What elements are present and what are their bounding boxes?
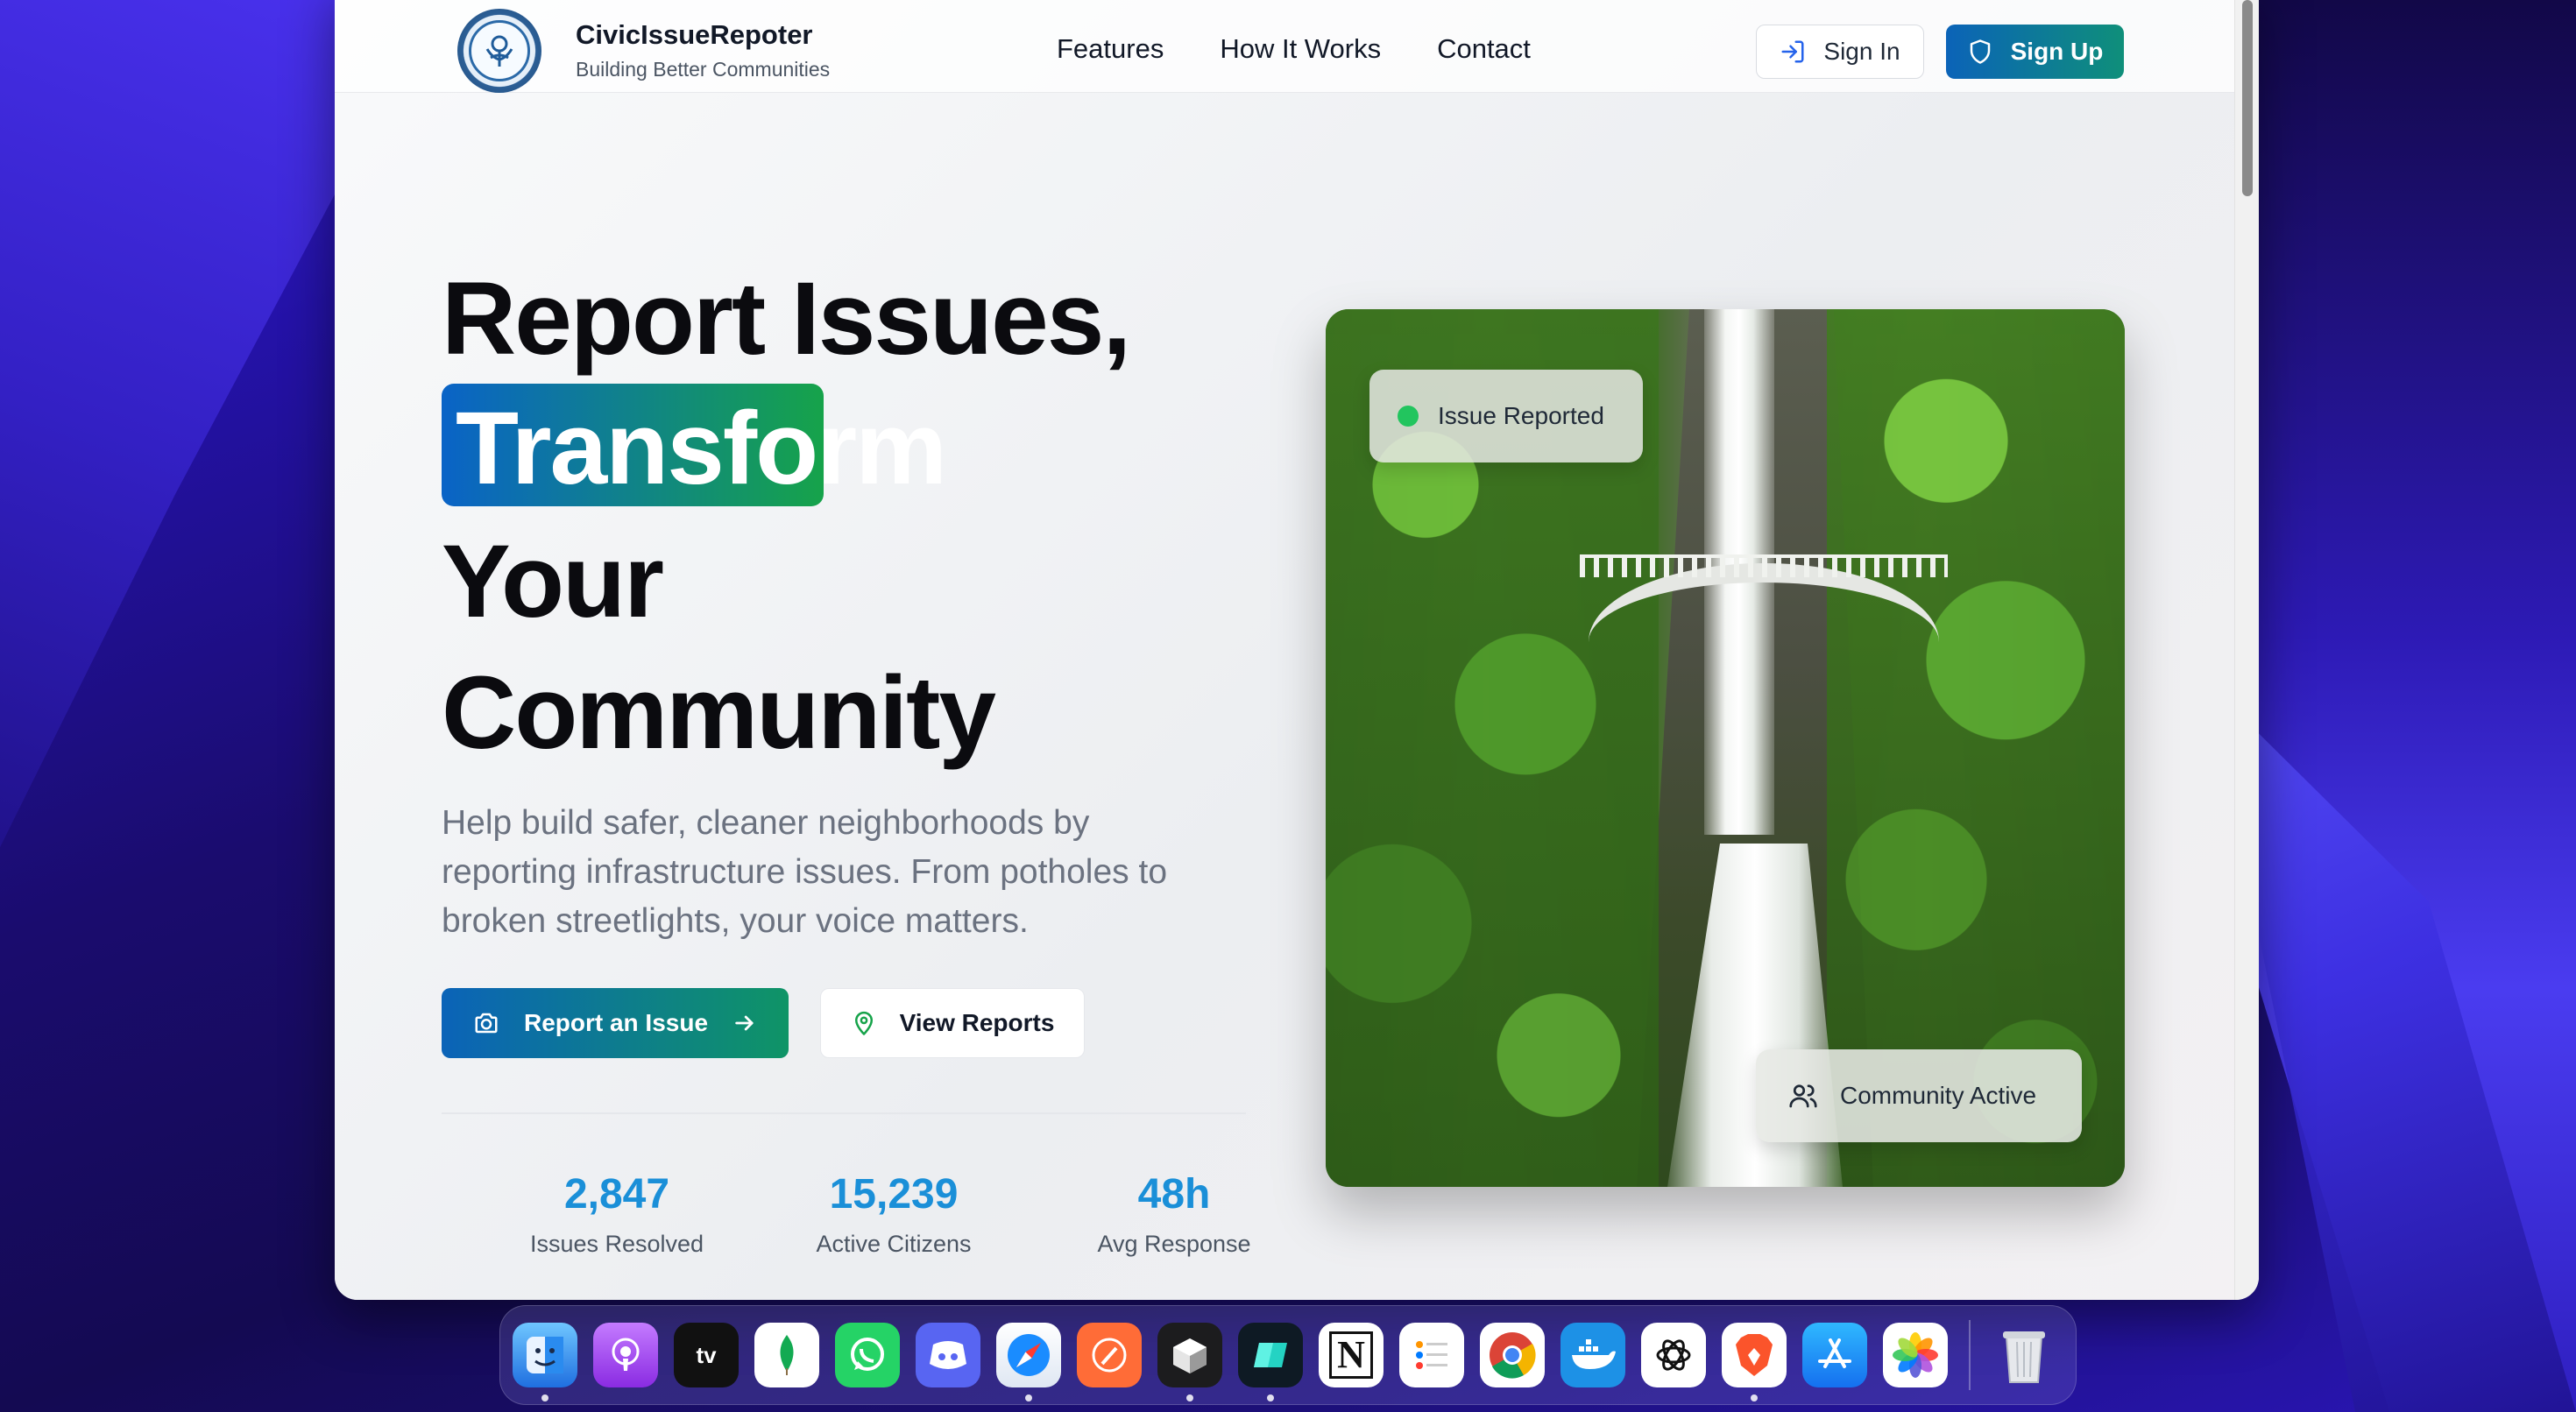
nav-item-features[interactable]: Features — [1057, 33, 1164, 65]
brand-logo[interactable] — [457, 9, 541, 93]
login-icon — [1780, 39, 1806, 65]
photos-icon[interactable] — [1883, 1323, 1948, 1387]
image-bridge-railing — [1580, 554, 1948, 577]
stat-issues-resolved: 2,847 Issues Resolved — [477, 1170, 757, 1258]
arrow-right-icon — [732, 1011, 757, 1035]
apple-tv-label: tv — [696, 1341, 717, 1368]
hero-headline-line4: Community — [442, 655, 996, 771]
mongodb-icon[interactable] — [754, 1323, 819, 1387]
stat-label: Avg Response — [1097, 1231, 1251, 1257]
docker-icon[interactable] — [1560, 1323, 1625, 1387]
running-indicator — [541, 1394, 548, 1401]
stat-avg-response: 48h Avg Response — [1034, 1170, 1314, 1258]
hero-description: Help build safer, cleaner neighborhoods … — [442, 804, 1168, 940]
stats-divider — [442, 1112, 1246, 1114]
reminders-icon[interactable] — [1399, 1323, 1464, 1387]
stat-label: Issues Resolved — [529, 1231, 704, 1257]
report-issue-button[interactable]: Report an Issue — [442, 988, 789, 1058]
issue-reported-label: Issue Reported — [1438, 402, 1604, 429]
map-pin-icon — [851, 1010, 877, 1036]
nav-item-how-it-works[interactable]: How It Works — [1220, 33, 1381, 65]
tree-emblem-icon — [469, 20, 530, 81]
site-header: CivicIssueRepoter Building Better Commun… — [335, 0, 2234, 93]
camera-icon — [473, 1010, 499, 1036]
chatgpt-icon[interactable] — [1641, 1323, 1706, 1387]
screen-app-icon[interactable] — [1238, 1323, 1303, 1401]
running-indicator — [1267, 1394, 1274, 1401]
hero-headline-line3: Your — [442, 524, 664, 639]
finder-icon[interactable] — [513, 1323, 577, 1401]
safari-icon[interactable] — [996, 1323, 1061, 1401]
app-store-icon[interactable] — [1802, 1323, 1867, 1387]
dock-separator — [1969, 1320, 1971, 1390]
issue-reported-chip: Issue Reported — [1369, 370, 1643, 462]
page-scrollbar[interactable] — [2234, 0, 2259, 1300]
trash-icon[interactable] — [1992, 1323, 2056, 1387]
brand-title[interactable]: CivicIssueRepoter — [576, 19, 813, 51]
hero-headline-line1: Report Issues, — [442, 261, 1131, 377]
running-indicator — [1751, 1394, 1758, 1401]
browser-window: CivicIssueRepoter Building Better Commun… — [335, 0, 2259, 1300]
discord-icon[interactable] — [916, 1323, 980, 1387]
report-issue-label: Report an Issue — [523, 1009, 709, 1036]
cube-app-icon[interactable] — [1157, 1323, 1222, 1401]
stat-value: 2,847 — [563, 1171, 670, 1218]
notion-glyph: N — [1329, 1331, 1373, 1379]
view-reports-label: View Reports — [899, 1009, 1055, 1036]
whatsapp-icon[interactable] — [835, 1323, 900, 1387]
brand-subtitle: Building Better Communities — [576, 58, 831, 81]
community-active-label: Community Active — [1840, 1082, 2037, 1109]
running-indicator — [1186, 1394, 1193, 1401]
stat-value: 15,239 — [829, 1171, 959, 1218]
view-reports-button[interactable]: View Reports — [820, 988, 1085, 1058]
chrome-icon[interactable] — [1480, 1323, 1545, 1387]
nav-item-contact[interactable]: Contact — [1437, 33, 1531, 65]
sign-in-label: Sign In — [1823, 38, 1900, 65]
sign-up-label: Sign Up — [2010, 38, 2104, 65]
stat-active-citizens: 15,239 Active Citizens — [754, 1170, 1034, 1258]
apple-tv-icon[interactable]: tv — [674, 1323, 739, 1387]
hero-highlight-text: Transform — [456, 391, 947, 506]
landing-page: CivicIssueRepoter Building Better Commun… — [335, 0, 2234, 1300]
users-icon — [1787, 1080, 1819, 1112]
brave-icon[interactable] — [1722, 1323, 1787, 1401]
sign-up-button[interactable]: Sign Up — [1946, 25, 2124, 79]
postman-icon[interactable] — [1077, 1323, 1142, 1387]
running-indicator — [1025, 1394, 1032, 1401]
main-nav: Features How It Works Contact — [1057, 33, 1531, 65]
podcasts-icon[interactable] — [593, 1323, 658, 1387]
stat-label: Active Citizens — [816, 1231, 972, 1257]
shield-icon — [1967, 39, 1993, 65]
hero-highlight-badge: Transform — [442, 384, 947, 506]
status-dot-icon — [1398, 406, 1419, 427]
stat-value: 48h — [1137, 1171, 1211, 1218]
notion-icon[interactable]: N — [1319, 1323, 1384, 1387]
macos-dock: tv N — [499, 1305, 2077, 1405]
sign-in-button[interactable]: Sign In — [1756, 25, 1924, 79]
scrollbar-thumb[interactable] — [2242, 0, 2253, 196]
community-active-chip: Community Active — [1756, 1049, 2082, 1142]
